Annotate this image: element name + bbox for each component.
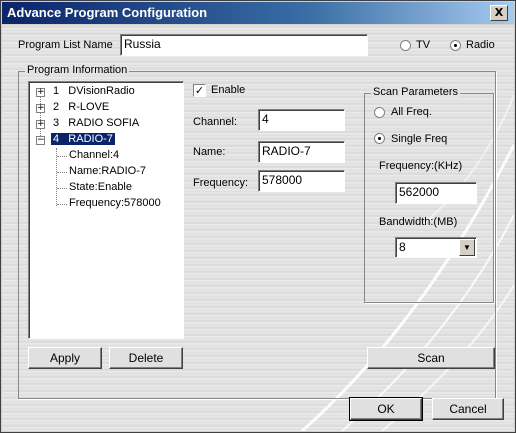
enable-label: Enable (211, 84, 246, 96)
tree-item-name: DVisionRadio (68, 85, 135, 97)
tree-item-name: R-LOVE (68, 101, 110, 113)
frequency-input[interactable]: 578000 (258, 170, 345, 192)
title-bar[interactable]: Advance Program Configuration X (2, 2, 514, 24)
scan-button[interactable]: Scan (367, 347, 495, 369)
program-list-name-input[interactable]: Russia (120, 34, 368, 56)
scan-parameters-title: Scan Parameters (371, 86, 460, 98)
radio-radio-label: Radio (466, 39, 495, 51)
tree-item-number: 2 (53, 101, 60, 113)
channel-input[interactable]: 4 (258, 109, 345, 131)
bandwidth-value: 8 (399, 240, 406, 254)
all-freq-label: All Freq. (391, 106, 432, 118)
check-icon: ✓ (194, 84, 205, 97)
frequency-label: Frequency: (193, 177, 249, 189)
name-label: Name: (193, 146, 226, 158)
scan-frequency-input[interactable]: 562000 (395, 182, 477, 204)
scan-frequency-label: Frequency:(KHz) (379, 160, 463, 172)
single-freq-label: Single Freq (391, 133, 448, 145)
dialog-body: Program List Name Russia TV Radio Progra… (2, 25, 514, 431)
ok-button[interactable]: OK (349, 397, 423, 421)
tree-line (57, 204, 67, 205)
cancel-button[interactable]: Cancel (432, 398, 504, 420)
tree-item-name: RADIO-7 (68, 133, 113, 145)
tree-child-channel[interactable]: Channel:4 (69, 149, 119, 161)
expand-icon[interactable]: + (36, 88, 45, 97)
channel-label: Channel: (193, 116, 238, 128)
delete-button[interactable]: Delete (109, 347, 183, 369)
tree-child-name[interactable]: Name:RADIO-7 (69, 165, 146, 177)
tree-line (57, 188, 67, 189)
all-freq-radio-button[interactable] (374, 107, 385, 118)
expand-icon[interactable]: + (36, 120, 45, 129)
bandwidth-label: Bandwidth:(MB) (379, 216, 458, 228)
close-button[interactable]: X (490, 5, 508, 21)
apply-button[interactable]: Apply (28, 347, 102, 369)
bandwidth-select[interactable]: 8 ▼ (395, 237, 477, 258)
dialog-window: Advance Program Configuration X Program … (0, 0, 516, 433)
radio-radio-button[interactable] (450, 40, 461, 51)
tree-item[interactable]: 3 RADIO SOFIA (53, 117, 139, 129)
close-icon: X (494, 6, 504, 19)
tree-item-selected[interactable]: 4 RADIO-7 (51, 133, 115, 145)
name-input[interactable]: RADIO-7 (258, 141, 345, 163)
tree-child-frequency[interactable]: Frequency:578000 (69, 197, 161, 209)
program-tree[interactable]: + 1 DVisionRadio + 2 R-LOVE + 3 RADIO SO… (28, 81, 184, 339)
chevron-down-icon[interactable]: ▼ (459, 239, 475, 256)
program-list-name-label: Program List Name (18, 39, 113, 51)
tree-item[interactable]: 1 DVisionRadio (53, 85, 135, 97)
tv-radio-label: TV (416, 39, 431, 51)
collapse-icon[interactable]: − (36, 136, 45, 145)
tree-line (57, 172, 67, 173)
tree-item-number: 1 (53, 85, 60, 97)
tree-item-number: 3 (53, 117, 60, 129)
tree-item-number: 4 (53, 133, 60, 145)
expand-icon[interactable]: + (36, 104, 45, 113)
tree-child-state[interactable]: State:Enable (69, 181, 132, 193)
tree-item-name: RADIO SOFIA (68, 117, 140, 129)
window-title: Advance Program Configuration (7, 5, 208, 20)
tv-radio-button[interactable] (400, 40, 411, 51)
enable-checkbox[interactable]: ✓ (193, 84, 206, 97)
tree-item[interactable]: 2 R-LOVE (53, 101, 109, 113)
program-information-title: Program Information (25, 64, 130, 76)
tree-line (57, 156, 67, 157)
single-freq-radio-button[interactable] (374, 133, 385, 144)
